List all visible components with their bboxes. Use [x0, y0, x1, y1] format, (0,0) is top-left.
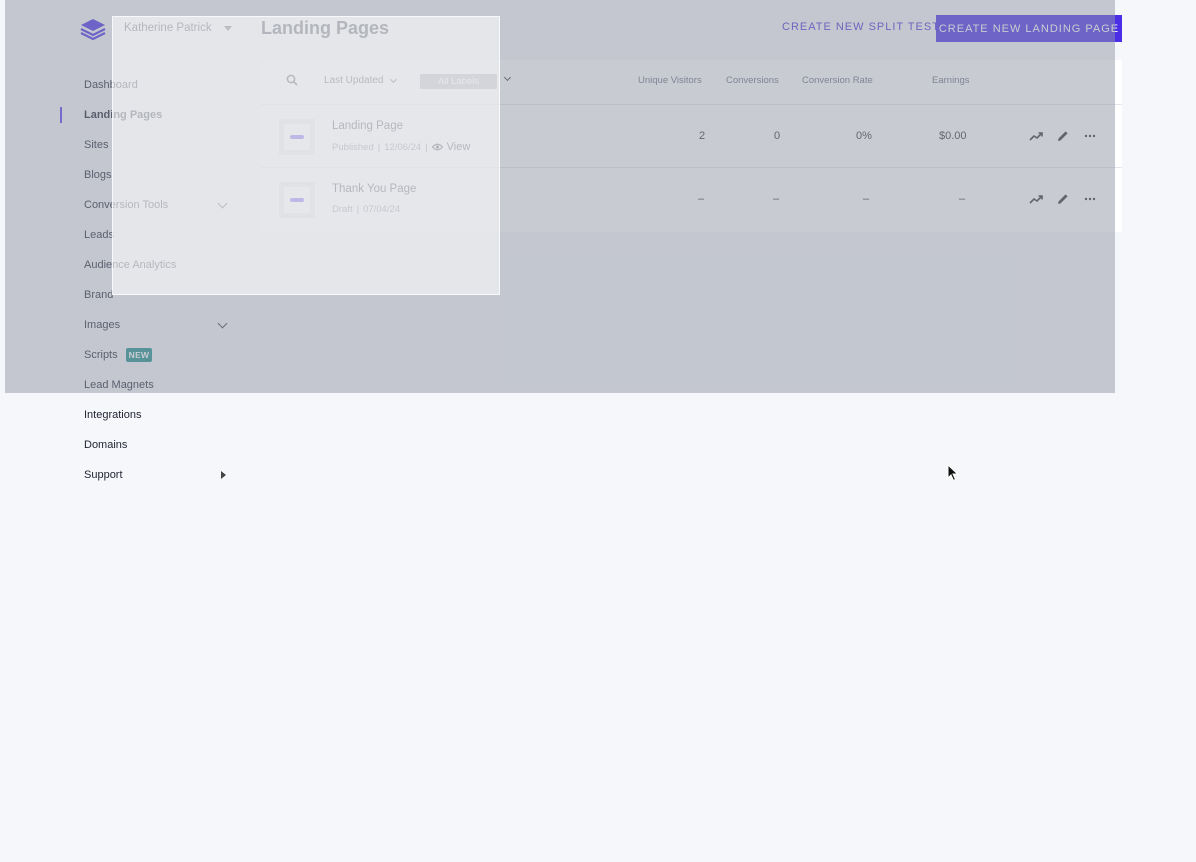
trending-up-icon[interactable]: [1029, 192, 1043, 206]
sidebar-nav: Dashboard Landing Pages Sites Blogs Conv…: [60, 70, 234, 490]
page-name[interactable]: Thank You Page: [332, 183, 416, 195]
page-meta: Draft | 07/04/24: [332, 204, 400, 215]
sidebar-item-label: Integrations: [84, 409, 142, 421]
page-status: Published: [332, 141, 374, 153]
sidebar-item-scripts[interactable]: Scripts NEW: [84, 340, 234, 370]
view-link[interactable]: View: [431, 141, 471, 153]
logo-icon[interactable]: [80, 18, 106, 40]
column-header-conversion-rate[interactable]: Conversion Rate: [802, 75, 873, 86]
sidebar-item-label: Landing Pages: [84, 109, 163, 121]
conversions-value: 0: [774, 130, 781, 142]
sidebar-item-lead-magnets[interactable]: Lead Magnets: [84, 370, 234, 400]
table-toolbar: Last Updated All Labels Unique Visitors …: [261, 60, 1122, 105]
sidebar-item-label: Conversion Tools: [84, 199, 169, 211]
sidebar-item-label-wrap: Scripts NEW: [84, 348, 153, 362]
view-label: View: [446, 141, 471, 153]
sidebar-item-label: Images: [84, 319, 121, 331]
sidebar-item-images[interactable]: Images: [84, 310, 234, 340]
sidebar-item-domains[interactable]: Domains: [84, 430, 234, 460]
page-date: 07/04/24: [363, 204, 401, 215]
search-icon[interactable]: [286, 74, 298, 86]
conversion-rate-value: 0%: [856, 130, 872, 142]
unique-visitors-value: 2: [699, 130, 706, 142]
sidebar-item-label: Dashboard: [84, 79, 138, 91]
sidebar-item-dashboard[interactable]: Dashboard: [84, 70, 234, 100]
new-badge: NEW: [125, 348, 153, 362]
earnings-value: –: [959, 193, 966, 205]
more-icon[interactable]: [1083, 192, 1097, 206]
column-header-earnings[interactable]: Earnings: [932, 75, 970, 86]
more-icon[interactable]: [1083, 129, 1097, 143]
page-title: Landing Pages: [261, 18, 390, 38]
column-header-conversions[interactable]: Conversions: [726, 75, 779, 86]
caret-right-icon: [221, 471, 226, 479]
sidebar: Katherine Patrick Dashboard Landing Page…: [0, 0, 240, 862]
trending-up-icon[interactable]: [1029, 129, 1043, 143]
sidebar-item-support[interactable]: Support: [84, 460, 234, 490]
page-thumbnail[interactable]: [279, 119, 315, 155]
sidebar-item-sites[interactable]: Sites: [84, 130, 234, 160]
sidebar-item-landing-pages[interactable]: Landing Pages: [60, 100, 234, 130]
meta-divider: |: [356, 204, 360, 215]
mouse-cursor-icon: [947, 464, 959, 482]
conversions-value: –: [773, 193, 780, 205]
create-split-test-button[interactable]: CREATE NEW SPLIT TEST: [782, 21, 940, 33]
chevron-down-icon: [389, 75, 397, 83]
caret-down-icon: [223, 25, 232, 31]
sidebar-item-label: Lead Magnets: [84, 379, 154, 391]
unique-visitors-value: –: [698, 193, 705, 205]
sidebar-item-label: Blogs: [84, 169, 112, 181]
sidebar-item-conversion-tools[interactable]: Conversion Tools: [84, 190, 234, 220]
account-name: Katherine Patrick: [124, 22, 212, 34]
sidebar-item-leads[interactable]: Leads: [84, 220, 234, 250]
thumbnail-frame: [284, 187, 310, 213]
sidebar-item-label: Brand: [84, 289, 114, 301]
chevron-down-icon: [217, 318, 228, 328]
conversion-rate-value: –: [863, 193, 870, 205]
column-header-unique-visitors[interactable]: Unique Visitors: [638, 75, 702, 86]
sidebar-item-label: Leads: [84, 229, 114, 241]
sort-label: Last Updated: [324, 75, 384, 86]
labels-filter[interactable]: All Labels: [420, 74, 497, 89]
page-thumbnail[interactable]: [279, 182, 315, 218]
earnings-value: $0.00: [939, 130, 967, 142]
sidebar-item-label: Sites: [84, 139, 109, 151]
thumbnail-bar: [290, 198, 304, 202]
row-actions: [1029, 192, 1097, 206]
edit-icon[interactable]: [1056, 129, 1070, 143]
chevron-down-icon: [217, 198, 228, 208]
create-landing-page-button[interactable]: CREATE NEW LANDING PAGE: [936, 15, 1122, 42]
page-meta: Published | 12/06/24 | View: [332, 141, 470, 153]
meta-divider: |: [377, 141, 381, 153]
page-name[interactable]: Landing Page: [332, 120, 403, 132]
sidebar-item-label: Support: [84, 469, 123, 481]
sidebar-item-blogs[interactable]: Blogs: [84, 160, 234, 190]
sidebar-item-label: Domains: [84, 439, 128, 451]
edit-icon[interactable]: [1056, 192, 1070, 206]
row-actions: [1029, 129, 1097, 143]
sort-dropdown[interactable]: Last Updated: [324, 75, 397, 86]
account-switcher[interactable]: Katherine Patrick: [124, 22, 232, 34]
chevron-down-icon[interactable]: [503, 73, 512, 82]
sidebar-item-label: Audience Analytics: [84, 259, 177, 271]
meta-divider: |: [425, 141, 428, 153]
sidebar-item-brand[interactable]: Brand: [84, 280, 234, 310]
sidebar-item-label: Scripts: [84, 349, 118, 361]
page-status: Draft: [332, 204, 353, 215]
sidebar-item-audience-analytics[interactable]: Audience Analytics: [84, 250, 234, 280]
thumbnail-frame: [284, 124, 310, 150]
page-date: 12/06/24: [384, 141, 422, 153]
eye-icon: [431, 143, 443, 151]
landing-pages-table: Last Updated All Labels Unique Visitors …: [261, 60, 1122, 232]
sidebar-item-integrations[interactable]: Integrations: [84, 400, 234, 430]
table-row[interactable]: Thank You Page Draft | 07/04/24 – – – –: [261, 168, 1122, 231]
thumbnail-bar: [290, 135, 304, 139]
table-row[interactable]: Landing Page Published | 12/06/24 | View…: [261, 105, 1122, 168]
